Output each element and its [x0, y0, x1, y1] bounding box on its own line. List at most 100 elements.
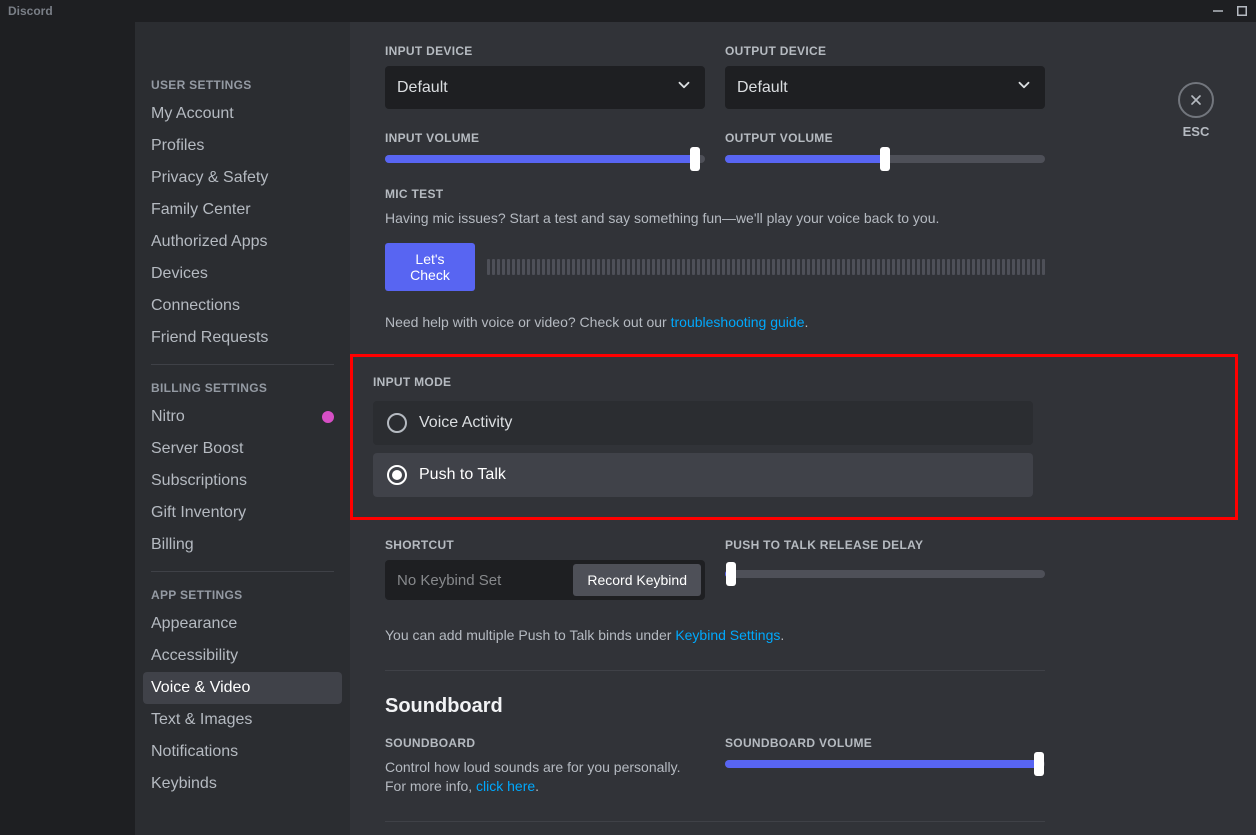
mic-bar [827, 259, 830, 275]
settings-content: ESC INPUT DEVICE Default OUTPUT DEVICE D… [350, 22, 1256, 835]
sidebar-item-nitro[interactable]: Nitro [143, 401, 342, 433]
sidebar-item-label: Family Center [151, 201, 251, 219]
mic-bar [797, 259, 800, 275]
mic-bar [722, 259, 725, 275]
mic-bar [917, 259, 920, 275]
sidebar-item-keybinds[interactable]: Keybinds [143, 768, 342, 800]
input-mode-voice-activity[interactable]: Voice Activity [373, 401, 1033, 445]
slider-thumb[interactable] [726, 562, 736, 586]
close-settings-button[interactable] [1178, 82, 1214, 118]
sidebar-item-devices[interactable]: Devices [143, 258, 342, 290]
sidebar-item-accessibility[interactable]: Accessibility [143, 640, 342, 672]
mic-bar [747, 259, 750, 275]
mic-bar [772, 259, 775, 275]
mic-bar [762, 259, 765, 275]
sidebar-item-label: Authorized Apps [151, 233, 268, 251]
record-keybind-button[interactable]: Record Keybind [573, 564, 701, 596]
mic-bar [932, 259, 935, 275]
input-volume-slider[interactable] [385, 155, 705, 163]
settings-sidebar: USER SETTINGS My AccountProfilesPrivacy … [135, 22, 350, 835]
mic-bar [777, 259, 780, 275]
output-device-select[interactable]: Default [725, 66, 1045, 109]
mic-bar [897, 259, 900, 275]
sidebar-item-voice-video[interactable]: Voice & Video [143, 672, 342, 704]
sidebar-item-gift-inventory[interactable]: Gift Inventory [143, 497, 342, 529]
mic-bar [1017, 259, 1020, 275]
mic-bar [512, 259, 515, 275]
input-mode-push-to-talk[interactable]: Push to Talk [373, 453, 1033, 497]
mic-bar [522, 259, 525, 275]
close-esc-label: ESC [1183, 124, 1210, 139]
mic-bar [922, 259, 925, 275]
mic-bar [507, 259, 510, 275]
mic-bar [707, 259, 710, 275]
input-device-select[interactable]: Default [385, 66, 705, 109]
mic-bar [517, 259, 520, 275]
soundboard-sublabel: SOUNDBOARD [385, 736, 705, 750]
sidebar-item-label: Profiles [151, 137, 204, 155]
sidebar-item-label: Keybinds [151, 775, 217, 793]
keybind-hint: You can add multiple Push to Talk binds … [385, 626, 1216, 646]
sidebar-item-appearance[interactable]: Appearance [143, 608, 342, 640]
mic-bar [627, 259, 630, 275]
mic-bar [792, 259, 795, 275]
sidebar-item-subscriptions[interactable]: Subscriptions [143, 465, 342, 497]
sidebar-item-notifications[interactable]: Notifications [143, 736, 342, 768]
keybind-settings-link[interactable]: Keybind Settings [675, 627, 780, 643]
ptt-delay-slider[interactable] [725, 570, 1045, 578]
mic-bar [697, 259, 700, 275]
sidebar-item-text-images[interactable]: Text & Images [143, 704, 342, 736]
soundboard-link[interactable]: click here [476, 778, 535, 794]
slider-thumb[interactable] [1034, 752, 1044, 776]
sidebar-item-authorized-apps[interactable]: Authorized Apps [143, 226, 342, 258]
mic-bar [602, 259, 605, 275]
sidebar-heading-billing: BILLING SETTINGS [143, 375, 342, 401]
mic-bar [987, 259, 990, 275]
titlebar: Discord [0, 0, 1256, 22]
mic-bar [902, 259, 905, 275]
sidebar-item-label: Appearance [151, 615, 237, 633]
mic-test-button[interactable]: Let's Check [385, 243, 475, 291]
output-volume-slider[interactable] [725, 155, 1045, 163]
mic-bar [712, 259, 715, 275]
nitro-badge-icon [322, 411, 334, 423]
mic-bar [977, 259, 980, 275]
troubleshooting-link[interactable]: troubleshooting guide [671, 314, 805, 330]
mic-bar [727, 259, 730, 275]
mic-level-meter [487, 259, 1045, 275]
mic-bar [877, 259, 880, 275]
mic-bar [992, 259, 995, 275]
mic-bar [567, 259, 570, 275]
section-divider [385, 670, 1045, 671]
mic-bar [882, 259, 885, 275]
window-maximize[interactable] [1236, 5, 1248, 17]
sidebar-item-label: Notifications [151, 743, 238, 761]
mic-bar [552, 259, 555, 275]
sidebar-item-my-account[interactable]: My Account [143, 98, 342, 130]
sidebar-item-family-center[interactable]: Family Center [143, 194, 342, 226]
mic-bar [652, 259, 655, 275]
sidebar-item-connections[interactable]: Connections [143, 290, 342, 322]
window-minimize[interactable] [1212, 5, 1224, 17]
slider-thumb[interactable] [880, 147, 890, 171]
sidebar-item-profiles[interactable]: Profiles [143, 130, 342, 162]
keybind-input[interactable]: No Keybind Set Record Keybind [385, 560, 705, 600]
output-volume-label: OUTPUT VOLUME [725, 131, 1045, 145]
sidebar-item-friend-requests[interactable]: Friend Requests [143, 322, 342, 354]
sidebar-item-billing[interactable]: Billing [143, 529, 342, 561]
mic-test-label: MIC TEST [385, 187, 1045, 201]
radio-label: Push to Talk [419, 466, 506, 484]
mic-bar [1012, 259, 1015, 275]
sidebar-item-privacy-safety[interactable]: Privacy & Safety [143, 162, 342, 194]
sidebar-item-label: Server Boost [151, 440, 243, 458]
mic-bar [717, 259, 720, 275]
mic-bar [972, 259, 975, 275]
sidebar-item-label: Nitro [151, 408, 185, 426]
mic-bar [802, 259, 805, 275]
sidebar-item-server-boost[interactable]: Server Boost [143, 433, 342, 465]
soundboard-volume-slider[interactable] [725, 760, 1045, 768]
slider-thumb[interactable] [690, 147, 700, 171]
chevron-down-icon [1015, 76, 1033, 99]
mic-bar [947, 259, 950, 275]
mic-bar [682, 259, 685, 275]
